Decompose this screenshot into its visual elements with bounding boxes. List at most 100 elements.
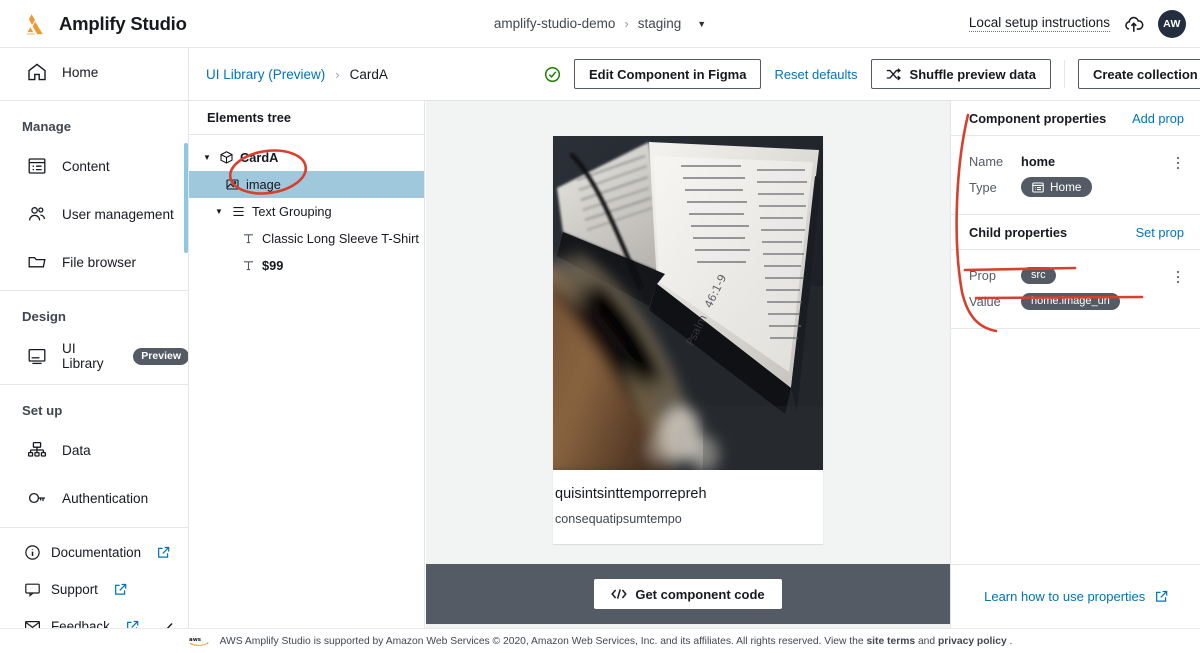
group-icon [231,204,246,219]
component-type-row: Type Home [951,174,1200,200]
sidebar-item-file-browser[interactable]: File browser [0,238,188,286]
brand[interactable]: Amplify Studio [0,12,187,36]
tree-node-label: image [246,177,281,192]
environment-picker[interactable]: amplify-studio-demo › staging ▼ [494,16,706,31]
app-name: amplify-studio-demo [493,16,616,31]
set-prop-link[interactable]: Set prop [1136,225,1184,240]
add-prop-link[interactable]: Add prop [1132,111,1184,126]
component-properties-section: Name home Type Home [951,136,1200,215]
sidebar-item-content[interactable]: Content [0,142,188,190]
footer-privacy-policy-link[interactable]: privacy policy [938,636,1007,647]
twisty-icon[interactable]: ▼ [203,153,213,162]
sub-header: UI Library (Preview) › CardA Edit Compon… [189,48,1200,101]
sidebar-item-user-management[interactable]: User management [0,190,188,238]
sidebar-item-home[interactable]: Home [0,48,188,96]
preview-card-image: Psalm 46:1-9 [553,136,823,470]
support-icon [24,581,41,598]
tree-node-text-price[interactable]: $99 [189,252,424,279]
external-link-icon [114,583,127,595]
component-properties-title: Component properties [969,110,1107,126]
amplify-logo-icon [26,13,43,34]
child-prop-row: Prop src [951,262,1200,288]
external-link-icon [158,546,170,558]
sidebar-scrollbar[interactable] [184,143,188,253]
component-properties-more-options-icon[interactable] [1170,154,1186,172]
check-circle-icon [544,66,561,82]
page-footer: aws AWS Amplify Studio is supported by A… [0,628,1200,653]
shuffle-icon [886,67,901,80]
home-icon [26,61,48,83]
sidebar-item-documentation[interactable]: Documentation [0,534,188,571]
sidebar-item-label: Authentication [62,490,149,506]
prop-chip[interactable]: src [1021,266,1056,284]
data-icon [26,439,48,461]
tree-node-image[interactable]: image [189,171,424,198]
name-label: Name [969,153,1004,169]
preview-card-subtitle: consequatipsumtempo [555,512,682,526]
sidebar-item-data[interactable]: Data [0,426,188,474]
folder-icon [26,251,48,273]
value-chip[interactable]: home.image_url [1021,292,1120,310]
tree-node-text-title[interactable]: Classic Long Sleeve T-Shirt [189,225,424,252]
reset-defaults-link[interactable]: Reset defaults [774,67,857,82]
footer-text-and: and [915,635,938,647]
breadcrumb-chevron-icon: › [335,66,340,82]
twisty-icon[interactable]: ▼ [215,207,225,216]
get-component-code-bar: Get component code [426,564,950,624]
tree-node-text-grouping[interactable]: ▼ Text Grouping [189,198,424,225]
avatar[interactable]: AW [1158,9,1186,38]
type-label: Type [969,179,997,195]
users-icon [26,203,48,225]
shuffle-preview-data-button[interactable]: Shuffle preview data [870,59,1051,89]
create-collection-button[interactable]: Create collection [1077,59,1200,89]
child-properties-title: Child properties [969,224,1068,240]
breadcrumb-ui-library[interactable]: UI Library (Preview) [206,67,325,82]
child-properties-header: Child properties Set prop [951,215,1200,250]
sidebar-group-design: Design [22,309,66,324]
breadcrumb: UI Library (Preview) › CardA [189,67,388,82]
name-value: home [1021,153,1056,169]
breadcrumb-chevron-icon: › [624,16,629,31]
preview-card-body: quisintsinttemporrepreh consequatipsumte… [553,470,823,544]
sub-header-actions: Edit Component in Figma Reset defaults S… [544,59,1200,89]
svg-text:aws: aws [189,637,202,643]
edit-component-in-figma-button[interactable]: Edit Component in Figma [574,59,762,89]
child-value-row: Value home.image_url [951,288,1200,314]
amplify-studio-app: Amplify Studio amplify-studio-demo › sta… [0,0,1200,653]
tree-node-label: Classic Long Sleeve T-Shirt [262,231,419,246]
cube-icon [219,150,234,165]
elements-tree-panel: Elements tree ▼ CardA image ▼ Text Group… [189,101,425,628]
tree-node-label: CardA [240,150,279,165]
local-setup-instructions-link[interactable]: Local setup instructions [968,15,1110,32]
cloud-upload-icon[interactable] [1123,13,1145,35]
sidebar-item-support[interactable]: Support [0,571,188,608]
sidebar-scroll-area: Home Manage Content User management File… [0,48,188,508]
properties-panel: Component properties Add prop Name home … [950,101,1200,628]
tree-node-carda[interactable]: ▼ CardA [189,144,424,171]
sidebar-item-label: Support [51,582,98,597]
type-chip[interactable]: Home [1021,177,1093,197]
learn-how-to-use-properties-link[interactable]: Learn how to use properties [984,589,1168,604]
chevron-down-icon: ▼ [697,18,707,29]
footer-site-terms-link[interactable]: site terms [866,636,915,647]
preview-badge: Preview [133,347,188,365]
sidebar-item-authentication[interactable]: Authentication [0,474,188,508]
preview-card-title: quisintsinttemporrepreh [555,486,707,502]
text-icon [241,258,256,273]
child-properties-section: Prop src Value home.image_url [951,250,1200,329]
monitor-icon [26,345,48,367]
shuffle-preview-data-label: Shuffle preview data [909,66,1036,82]
open-book-with-guitar-photo: Psalm 46:1-9 [553,136,823,470]
preview-card[interactable]: Psalm 46:1-9 quisintsinttemporrepreh con… [553,136,823,544]
sidebar-item-ui-library[interactable]: UI Library Preview [0,332,188,380]
footer-text: AWS Amplify Studio is supported by Amazo… [220,636,1013,647]
sidebar-item-label: User management [62,206,174,222]
sidebar-item-label: File browser [62,254,137,270]
image-icon [225,177,240,192]
code-icon [611,589,628,599]
auth-icon [26,487,48,508]
sidebar-group-setup: Set up [22,403,63,418]
child-properties-more-options-icon[interactable] [1170,268,1186,286]
learn-more-label: Learn how to use properties [984,589,1146,604]
get-component-code-button[interactable]: Get component code [594,579,782,609]
